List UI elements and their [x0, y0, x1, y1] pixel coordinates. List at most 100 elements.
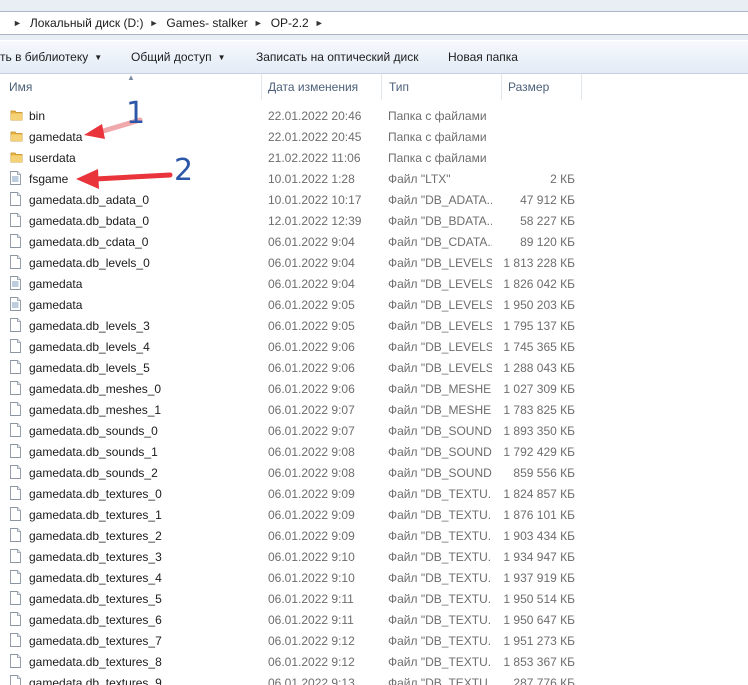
file-name: gamedata.db_cdata_0 — [29, 235, 149, 249]
file-row[interactable]: fsgame 10.01.2022 1:28 Файл "LTX" 2 КБ — [0, 167, 748, 188]
column-divider[interactable] — [381, 74, 382, 100]
file-row[interactable]: gamedata.db_meshes_1 06.01.2022 9:07 Файл … — [0, 398, 748, 419]
file-row[interactable]: gamedata.db_textures_0 06.01.2022 9:09 Фай… — [0, 482, 748, 503]
file-size: 1 853 367 КБ — [503, 655, 575, 669]
file-row[interactable]: gamedata.db_levels_5 06.01.2022 9:06 Файл … — [0, 356, 748, 377]
dropdown-arrow-icon: ▼ — [217, 53, 226, 62]
file-date: 10.01.2022 1:28 — [268, 172, 355, 186]
breadcrumb-local-disk[interactable]: Локальный диск (D:) — [30, 16, 144, 30]
file-icon — [10, 570, 23, 584]
file-type: Файл "DB_TEXTU... — [388, 613, 492, 627]
file-row[interactable]: gamedata 22.01.2022 20:45 Папка с файлами — [0, 125, 748, 146]
file-icon — [10, 612, 23, 626]
column-header-date[interactable]: Дата изменения — [268, 80, 358, 94]
file-row[interactable]: gamedata.db_textures_1 06.01.2022 9:09 Фай… — [0, 503, 748, 524]
file-row[interactable]: gamedata 06.01.2022 9:05 Файл "DB_LEVELS..… — [0, 293, 748, 314]
new-folder-button[interactable]: Новая папка — [448, 50, 518, 66]
share-button[interactable]: Общий доступ ▼ — [131, 50, 226, 66]
file-date: 06.01.2022 9:04 — [268, 235, 355, 249]
file-icon — [10, 675, 23, 685]
file-row[interactable]: gamedata.db_textures_7 06.01.2022 9:12 Фай… — [0, 629, 748, 650]
file-icon — [10, 402, 23, 416]
file-name: gamedata.db_levels_3 — [29, 319, 150, 333]
text-file-icon — [10, 276, 23, 290]
file-row[interactable]: gamedata.db_sounds_1 06.01.2022 9:08 Файл … — [0, 440, 748, 461]
file-size: 89 120 КБ — [520, 235, 575, 249]
file-date: 06.01.2022 9:12 — [268, 655, 355, 669]
column-header-name[interactable]: Имя — [9, 80, 32, 94]
file-row[interactable]: userdata 21.02.2022 11:06 Папка с файлами — [0, 146, 748, 167]
file-icon — [10, 318, 23, 332]
file-row[interactable]: gamedata.db_adata_0 10.01.2022 10:17 Файл … — [0, 188, 748, 209]
file-row[interactable]: gamedata.db_levels_4 06.01.2022 9:06 Файл … — [0, 335, 748, 356]
file-size: 2 КБ — [550, 172, 575, 186]
file-row[interactable]: gamedata.db_textures_5 06.01.2022 9:11 Фай… — [0, 587, 748, 608]
file-date: 06.01.2022 9:04 — [268, 256, 355, 270]
column-headers: ▲ Имя Дата изменения Тип Размер — [0, 73, 748, 100]
breadcrumb-op22[interactable]: OP-2.2 — [271, 16, 309, 30]
file-name: gamedata.db_sounds_0 — [29, 424, 158, 438]
file-date: 06.01.2022 9:11 — [268, 592, 354, 606]
file-icon — [10, 423, 23, 437]
file-icon — [10, 654, 23, 668]
breadcrumb-chevron-icon[interactable]: ► — [13, 18, 22, 28]
file-date: 06.01.2022 9:07 — [268, 403, 355, 417]
file-row[interactable]: gamedata.db_bdata_0 12.01.2022 12:39 Файл … — [0, 209, 748, 230]
folder-icon — [10, 108, 23, 122]
file-row[interactable]: gamedata.db_meshes_0 06.01.2022 9:06 Файл … — [0, 377, 748, 398]
file-size: 287 776 КБ — [513, 676, 575, 685]
file-row[interactable]: gamedata.db_textures_8 06.01.2022 9:12 Фай… — [0, 650, 748, 671]
column-header-size[interactable]: Размер — [508, 80, 549, 94]
file-row[interactable]: gamedata.db_levels_0 06.01.2022 9:04 Файл … — [0, 251, 748, 272]
file-size: 1 903 434 КБ — [503, 529, 575, 543]
address-bar[interactable]: ► Локальный диск (D:) ► Games- stalker ►… — [0, 11, 748, 35]
breadcrumb-chevron-icon[interactable]: ► — [254, 18, 263, 28]
breadcrumb-chevron-icon[interactable]: ► — [315, 18, 324, 28]
file-type: Файл "DB_LEVELS... — [388, 361, 492, 375]
text-file-icon — [10, 171, 23, 185]
file-icon — [10, 549, 23, 563]
file-size: 1 950 514 КБ — [503, 592, 575, 606]
file-name: gamedata — [29, 130, 83, 144]
file-row[interactable]: gamedata.db_cdata_0 06.01.2022 9:04 Файл "… — [0, 230, 748, 251]
file-row[interactable]: gamedata.db_sounds_2 06.01.2022 9:08 Файл … — [0, 461, 748, 482]
burn-disc-button[interactable]: Записать на оптический диск — [256, 50, 419, 66]
file-name: gamedata.db_textures_7 — [29, 634, 162, 648]
column-divider[interactable] — [261, 74, 262, 100]
file-size: 1 893 350 КБ — [503, 424, 575, 438]
column-divider[interactable] — [581, 74, 582, 100]
file-row[interactable]: bin 22.01.2022 20:46 Папка с файлами — [0, 104, 748, 125]
file-row[interactable]: gamedata.db_textures_9 06.01.2022 9:13 Фай… — [0, 671, 748, 685]
column-header-type[interactable]: Тип — [389, 80, 409, 94]
file-icon — [10, 381, 23, 395]
text-file-icon — [10, 297, 23, 311]
file-row[interactable]: gamedata.db_textures_2 06.01.2022 9:09 Фай… — [0, 524, 748, 545]
file-row[interactable]: gamedata.db_textures_6 06.01.2022 9:11 Фай… — [0, 608, 748, 629]
file-date: 06.01.2022 9:08 — [268, 466, 355, 480]
file-icon — [10, 192, 23, 206]
file-size: 1 950 647 КБ — [503, 613, 575, 627]
file-row[interactable]: gamedata.db_textures_4 06.01.2022 9:10 Фай… — [0, 566, 748, 587]
file-type: Файл "DB_TEXTU... — [388, 529, 492, 543]
add-to-library-button[interactable]: ть в библиотеку ▼ — [0, 50, 102, 66]
file-row[interactable]: gamedata.db_textures_3 06.01.2022 9:10 Фай… — [0, 545, 748, 566]
file-row[interactable]: gamedata 06.01.2022 9:04 Файл "DB_LEVELS..… — [0, 272, 748, 293]
file-size: 1 824 857 КБ — [503, 487, 575, 501]
share-label: Общий доступ — [131, 50, 212, 64]
file-row[interactable]: gamedata.db_levels_3 06.01.2022 9:05 Файл … — [0, 314, 748, 335]
file-type: Файл "DB_CDATA... — [388, 235, 492, 249]
file-name: gamedata.db_levels_4 — [29, 340, 150, 354]
file-icon — [10, 255, 23, 269]
file-type: Файл "DB_LEVELS... — [388, 256, 492, 270]
file-type: Файл "LTX" — [388, 172, 451, 186]
breadcrumb-games-stalker[interactable]: Games- stalker — [166, 16, 247, 30]
file-type: Файл "DB_TEXTU... — [388, 634, 492, 648]
breadcrumb-chevron-icon[interactable]: ► — [149, 18, 158, 28]
file-type: Файл "DB_LEVELS... — [388, 340, 492, 354]
column-divider[interactable] — [501, 74, 502, 100]
file-size: 1 934 947 КБ — [503, 550, 575, 564]
file-row[interactable]: gamedata.db_sounds_0 06.01.2022 9:07 Файл … — [0, 419, 748, 440]
file-date: 06.01.2022 9:12 — [268, 634, 355, 648]
file-type: Файл "DB_MESHE... — [388, 382, 492, 396]
file-size: 1 288 043 КБ — [503, 361, 575, 375]
